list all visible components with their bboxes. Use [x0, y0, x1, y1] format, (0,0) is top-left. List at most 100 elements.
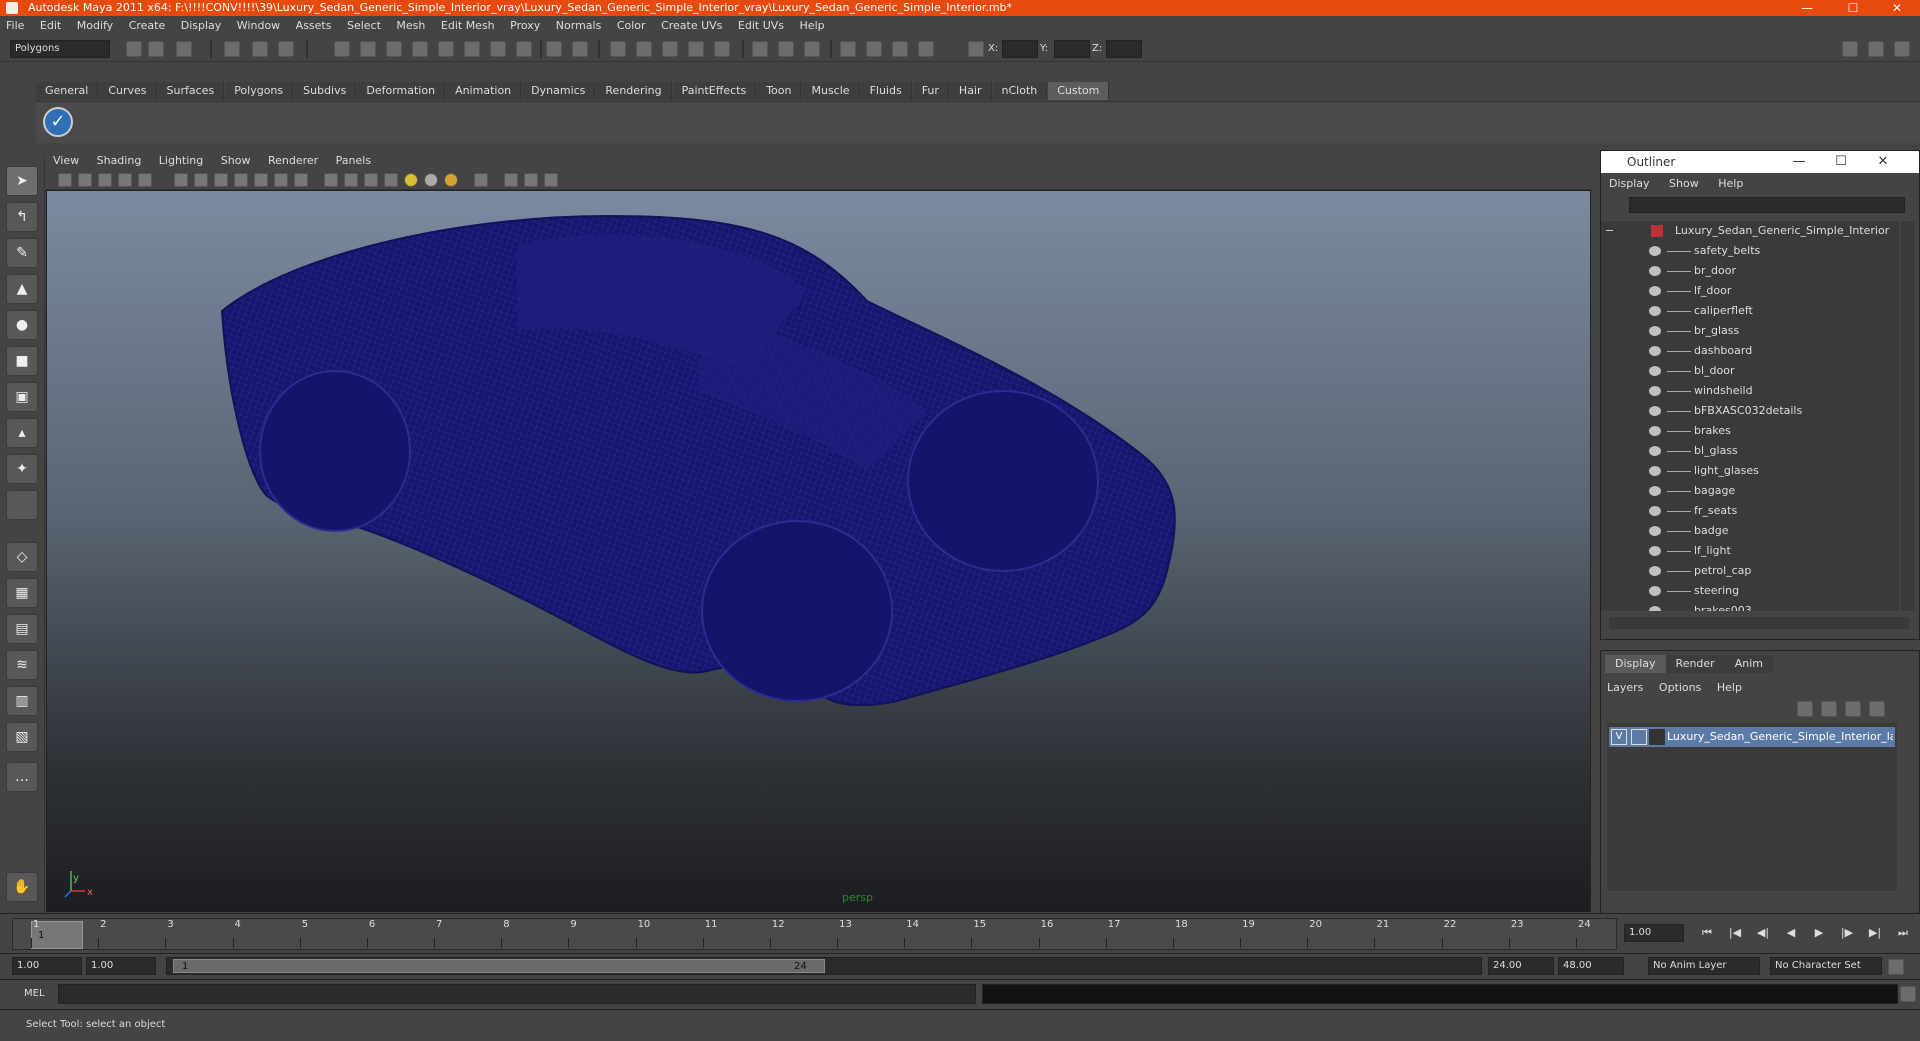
- layer-playback-toggle[interactable]: [1631, 729, 1647, 745]
- viewport-menu-renderer[interactable]: Renderer: [261, 152, 325, 170]
- wireframe-on-shaded-icon[interactable]: [364, 173, 378, 187]
- time-slider-track[interactable]: 1 1 2 3 4 5 6 7 8 9 10 11 12 13 14 15 16 17 18 19 20 21 22 23 2…: [12, 918, 1617, 950]
- snap-view-plane-icon[interactable]: [688, 41, 704, 57]
- outliner-menu-help[interactable]: Help: [1710, 175, 1751, 193]
- outliner-item[interactable]: dashboard: [1601, 341, 1899, 361]
- go-to-end-button[interactable]: ⏭: [1894, 924, 1912, 942]
- render-current-icon[interactable]: [804, 41, 820, 57]
- absolute-transform-icon[interactable]: [968, 41, 984, 57]
- play-forwards-button[interactable]: ▶: [1810, 924, 1828, 942]
- shelf-tab-dynamics[interactable]: Dynamics: [522, 82, 596, 100]
- save-scene-icon[interactable]: [176, 41, 192, 57]
- resolution-gate-icon[interactable]: [214, 173, 228, 187]
- hypershade-icon[interactable]: [892, 41, 908, 57]
- menu-edit-uvs[interactable]: Edit UVs: [732, 16, 790, 36]
- camera-attributes-icon[interactable]: [78, 173, 92, 187]
- minimize-button[interactable]: —: [1784, 0, 1830, 16]
- shelf-tab-surfaces[interactable]: Surfaces: [157, 82, 225, 100]
- perspective-viewport[interactable]: y x persp: [46, 190, 1591, 912]
- move-layer-down-icon[interactable]: [1821, 701, 1837, 717]
- shelf-tab-fur[interactable]: Fur: [912, 82, 949, 100]
- outliner-item[interactable]: br_glass: [1601, 321, 1899, 341]
- menu-proxy[interactable]: Proxy: [504, 16, 546, 36]
- current-time-field[interactable]: 1.00: [1624, 924, 1684, 942]
- outliner-item[interactable]: fr_seats: [1601, 501, 1899, 521]
- outliner-vertical-scrollbar[interactable]: [1901, 221, 1915, 611]
- menu-assets[interactable]: Assets: [290, 16, 338, 36]
- layer-row[interactable]: V Luxury_Sedan_Generic_Simple_Interior_l…: [1609, 727, 1895, 747]
- command-language-label[interactable]: MEL: [24, 988, 45, 999]
- shelf-tab-general[interactable]: General: [36, 82, 99, 100]
- universal-manipulator-icon[interactable]: ▣: [6, 382, 38, 412]
- snap-grid-icon[interactable]: [610, 41, 626, 57]
- high-quality-lighting-icon[interactable]: [444, 173, 458, 187]
- persp-graph-layout-icon[interactable]: ≋: [6, 650, 38, 680]
- anim-layer-dropdown[interactable]: No Anim Layer: [1648, 957, 1760, 975]
- viewport-menu-show[interactable]: Show: [214, 152, 258, 170]
- layer-menu-layers[interactable]: Layers: [1601, 679, 1649, 697]
- hypershade-layout-icon[interactable]: ▥: [6, 686, 38, 716]
- y-field[interactable]: [1054, 40, 1090, 58]
- collapse-toggle-icon[interactable]: −: [1605, 221, 1614, 241]
- outliner-item[interactable]: bl_glass: [1601, 441, 1899, 461]
- layer-menu-options[interactable]: Options: [1653, 679, 1707, 697]
- custom-shelf-check-icon[interactable]: ✓: [43, 107, 73, 137]
- toolbox-bottom-icon[interactable]: ✋: [6, 872, 38, 902]
- lock-selection-icon[interactable]: [546, 41, 562, 57]
- move-tool-icon[interactable]: ▲: [6, 274, 38, 304]
- create-empty-layer-icon[interactable]: [1845, 701, 1861, 717]
- menu-modify[interactable]: Modify: [71, 16, 119, 36]
- select-curve-icon[interactable]: [386, 41, 402, 57]
- shelf-tab-subdivs[interactable]: Subdivs: [294, 82, 357, 100]
- create-layer-from-selected-icon[interactable]: [1869, 701, 1885, 717]
- outliner-item[interactable]: badge: [1601, 521, 1899, 541]
- outliner-item[interactable]: steering: [1601, 581, 1899, 601]
- history-icon[interactable]: [752, 41, 768, 57]
- layer-tab-render[interactable]: Render: [1665, 655, 1725, 673]
- script-editor-icon[interactable]: [1900, 986, 1916, 1002]
- field-chart-icon[interactable]: [254, 173, 268, 187]
- layer-tab-display[interactable]: Display: [1605, 655, 1666, 673]
- shelf-tab-animation[interactable]: Animation: [446, 82, 522, 100]
- outliner-item[interactable]: bFBXASC032details: [1601, 401, 1899, 421]
- outliner-item[interactable]: windsheild: [1601, 381, 1899, 401]
- shelf-tab-painteffects[interactable]: PaintEffects: [672, 82, 757, 100]
- open-scene-icon[interactable]: [148, 41, 164, 57]
- textured-icon[interactable]: [384, 173, 398, 187]
- highlight-selection-icon[interactable]: [572, 41, 588, 57]
- go-to-start-button[interactable]: ⏮: [1698, 924, 1716, 942]
- viewport-menu-shading[interactable]: Shading: [90, 152, 149, 170]
- outliner-item[interactable]: brakes: [1601, 421, 1899, 441]
- menu-window[interactable]: Window: [231, 16, 286, 36]
- safe-action-icon[interactable]: [274, 173, 288, 187]
- grid-toggle-icon[interactable]: [174, 173, 188, 187]
- menu-color[interactable]: Color: [611, 16, 652, 36]
- select-component-icon[interactable]: [278, 41, 294, 57]
- more-layouts-icon[interactable]: …: [6, 762, 38, 792]
- select-hierarchy-icon[interactable]: [224, 41, 240, 57]
- persp-outliner-layout-icon[interactable]: ▤: [6, 614, 38, 644]
- playback-end-field[interactable]: 24.00: [1488, 957, 1554, 975]
- menu-create-uvs[interactable]: Create UVs: [655, 16, 728, 36]
- select-misc-icon[interactable]: [516, 41, 532, 57]
- play-backwards-button[interactable]: ◀: [1782, 924, 1800, 942]
- shelf-tab-deformation[interactable]: Deformation: [357, 82, 446, 100]
- shelf-tab-polygons[interactable]: Polygons: [225, 82, 294, 100]
- shelf-tab-ncloth[interactable]: nCloth: [992, 82, 1048, 100]
- outliner-menu-show[interactable]: Show: [1661, 175, 1707, 193]
- render-settings-icon[interactable]: [866, 41, 882, 57]
- x-field[interactable]: [1002, 40, 1038, 58]
- input-line-mode-icon[interactable]: [918, 41, 934, 57]
- xray-joints-icon[interactable]: [524, 173, 538, 187]
- select-object-icon[interactable]: [252, 41, 268, 57]
- soft-modify-tool-icon[interactable]: ▴: [6, 418, 38, 448]
- shelf-tab-rendering[interactable]: Rendering: [596, 82, 672, 100]
- key-icon[interactable]: [1888, 959, 1904, 975]
- playback-start-field[interactable]: 1.00: [86, 957, 156, 975]
- outliner-item[interactable]: bagage: [1601, 481, 1899, 501]
- grease-pencil-icon[interactable]: [138, 173, 152, 187]
- menu-help[interactable]: Help: [794, 16, 831, 36]
- image-plane-icon[interactable]: [118, 173, 132, 187]
- select-joint-icon[interactable]: [360, 41, 376, 57]
- step-back-key-button[interactable]: |◀: [1726, 924, 1744, 942]
